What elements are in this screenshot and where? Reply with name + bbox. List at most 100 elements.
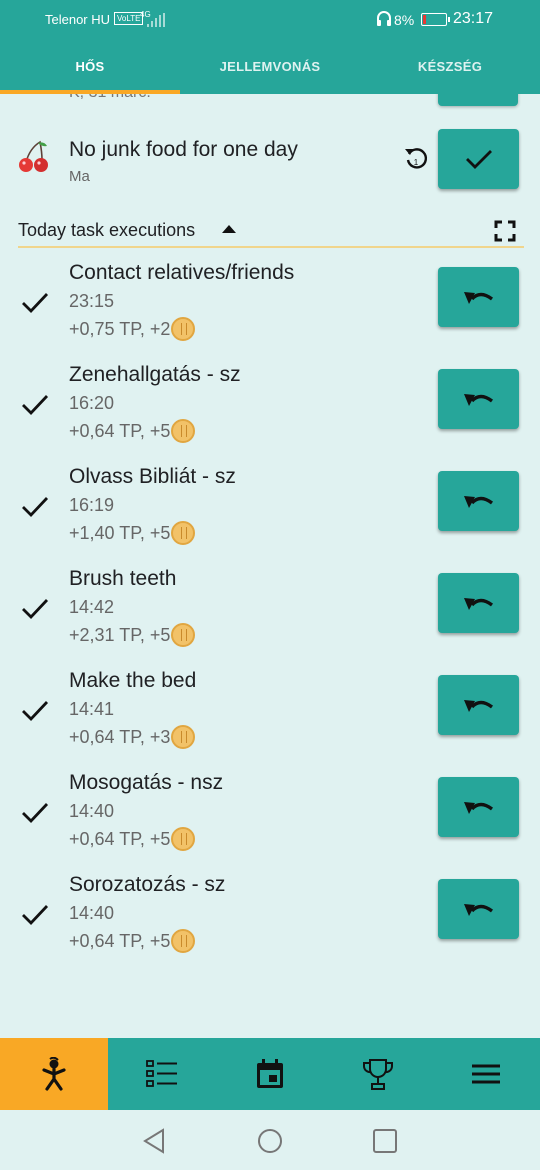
undo-button[interactable] [438,879,519,939]
nav-achievements[interactable] [324,1038,432,1110]
hero-icon [42,1057,66,1091]
execution-row: Contact relatives/friends 23:15 +0,75 TP, … [0,252,540,354]
undo-icon [463,394,493,406]
execution-time: 14:41 [69,699,115,719]
undo-icon [463,904,493,916]
reward-text: +0,64 TP, +5 [69,420,171,441]
reward-text: +0,75 TP, +2 [69,318,171,339]
signal-icon [147,13,167,27]
execution-reward: +0,64 TP, +5 [69,827,196,851]
undo-button[interactable] [438,471,519,531]
battery-percent: 8% [394,12,415,28]
habit-item: No junk food for one day Ma 1 [0,122,540,202]
fullscreen-icon[interactable] [494,220,516,242]
execution-time: 23:15 [69,291,115,311]
execution-row: Sorozatozás - sz 14:40 +0,64 TP, +5 [0,864,540,966]
home-icon[interactable] [255,1126,285,1156]
coin-icon [171,419,196,443]
execution-name: Zenehallgatás - sz [69,363,241,386]
nav-menu[interactable] [432,1038,540,1110]
status-bar: Telenor HU VoLTE 4G 8% 23:17 [0,0,540,40]
coin-icon [171,317,196,341]
main-content[interactable]: K, 31 márc. No junk food for one day Ma … [0,94,540,1038]
coin-icon [171,827,196,851]
execution-row: Zenehallgatás - sz 16:20 +0,64 TP, +5 [0,354,540,456]
execution-name: Sorozatozás - sz [69,873,226,896]
check-icon [22,803,49,824]
undo-icon [463,496,493,508]
carrier-name: Telenor HU [45,12,111,27]
execution-reward: +2,31 TP, +5 [69,623,196,647]
cherry-icon [19,140,48,172]
undo-icon [463,802,493,814]
headset-icon [377,11,391,26]
volte-badge: VoLTE [114,12,144,25]
system-navigation [0,1110,540,1170]
previous-item-button[interactable] [438,94,518,106]
reward-text: +0,64 TP, +5 [69,930,171,951]
undo-button[interactable] [438,675,519,735]
executions-label: Today task executions [18,220,196,240]
nav-calendar[interactable] [216,1038,324,1110]
execution-time: 14:40 [69,801,115,821]
calendar-icon [257,1059,283,1088]
undo-icon [463,700,493,712]
list-icon [146,1060,177,1087]
coin-icon [171,521,196,545]
execution-reward: +0,64 TP, +5 [69,929,196,953]
execution-name: Olvass Bibliát - sz [69,465,236,488]
check-icon [22,701,49,722]
executions-header[interactable]: Today task executions [18,212,524,248]
undo-button[interactable] [438,267,519,327]
execution-row: Make the bed 14:41 +0,64 TP, +3 [0,660,540,762]
reward-text: +1,40 TP, +5 [69,522,171,543]
execution-name: Mosogatás - nsz [69,771,224,794]
execution-reward: +1,40 TP, +5 [69,521,196,545]
replay-icon[interactable]: 1 [402,144,430,172]
tab-hero[interactable]: HŐS [0,40,180,94]
tab-skills[interactable]: KÉSZSÉG [360,40,540,94]
undo-button[interactable] [438,777,519,837]
execution-reward: +0,64 TP, +5 [69,419,196,443]
check-icon [22,395,49,416]
reward-text: +2,31 TP, +5 [69,624,171,645]
nav-tasks[interactable] [108,1038,216,1110]
clock: 23:17 [453,10,494,27]
execution-reward: +0,64 TP, +3 [69,725,196,749]
back-icon[interactable] [139,1126,169,1156]
trophy-icon [362,1059,394,1090]
bottom-navigation [0,1038,540,1110]
complete-habit-button[interactable] [438,129,519,189]
check-icon [22,599,49,620]
check-icon [22,905,49,926]
coin-icon [171,929,196,953]
execution-time: 16:19 [69,495,115,515]
coin-icon [171,623,196,647]
undo-icon [463,598,493,610]
nav-hero[interactable] [0,1038,108,1110]
triangle-up-icon[interactable] [221,224,237,234]
battery-icon [421,13,450,26]
reward-text: +0,64 TP, +5 [69,828,171,849]
execution-time: 14:42 [69,597,115,617]
check-icon [465,150,492,169]
execution-name: Contact relatives/friends [69,261,295,284]
check-icon [22,293,49,314]
tab-traits[interactable]: JELLEMVONÁS [180,40,360,94]
execution-time: 16:20 [69,393,115,413]
habit-subtitle: Ma [69,168,90,185]
execution-row: Olvass Bibliát - sz 16:19 +1,40 TP, +5 [0,456,540,558]
habit-title: No junk food for one day [69,138,298,161]
undo-button[interactable] [438,573,519,633]
coin-icon [171,725,196,749]
execution-name: Brush teeth [69,567,177,590]
execution-time: 14:40 [69,903,115,923]
execution-row: Mosogatás - nsz 14:40 +0,64 TP, +5 [0,762,540,864]
execution-row: Brush teeth 14:42 +2,31 TP, +5 [0,558,540,660]
tab-bar: HŐS JELLEMVONÁS KÉSZSÉG [0,40,540,94]
execution-reward: +0,75 TP, +2 [69,317,196,341]
undo-button[interactable] [438,369,519,429]
check-icon [22,497,49,518]
menu-icon [472,1064,500,1084]
recents-icon[interactable] [370,1126,400,1156]
